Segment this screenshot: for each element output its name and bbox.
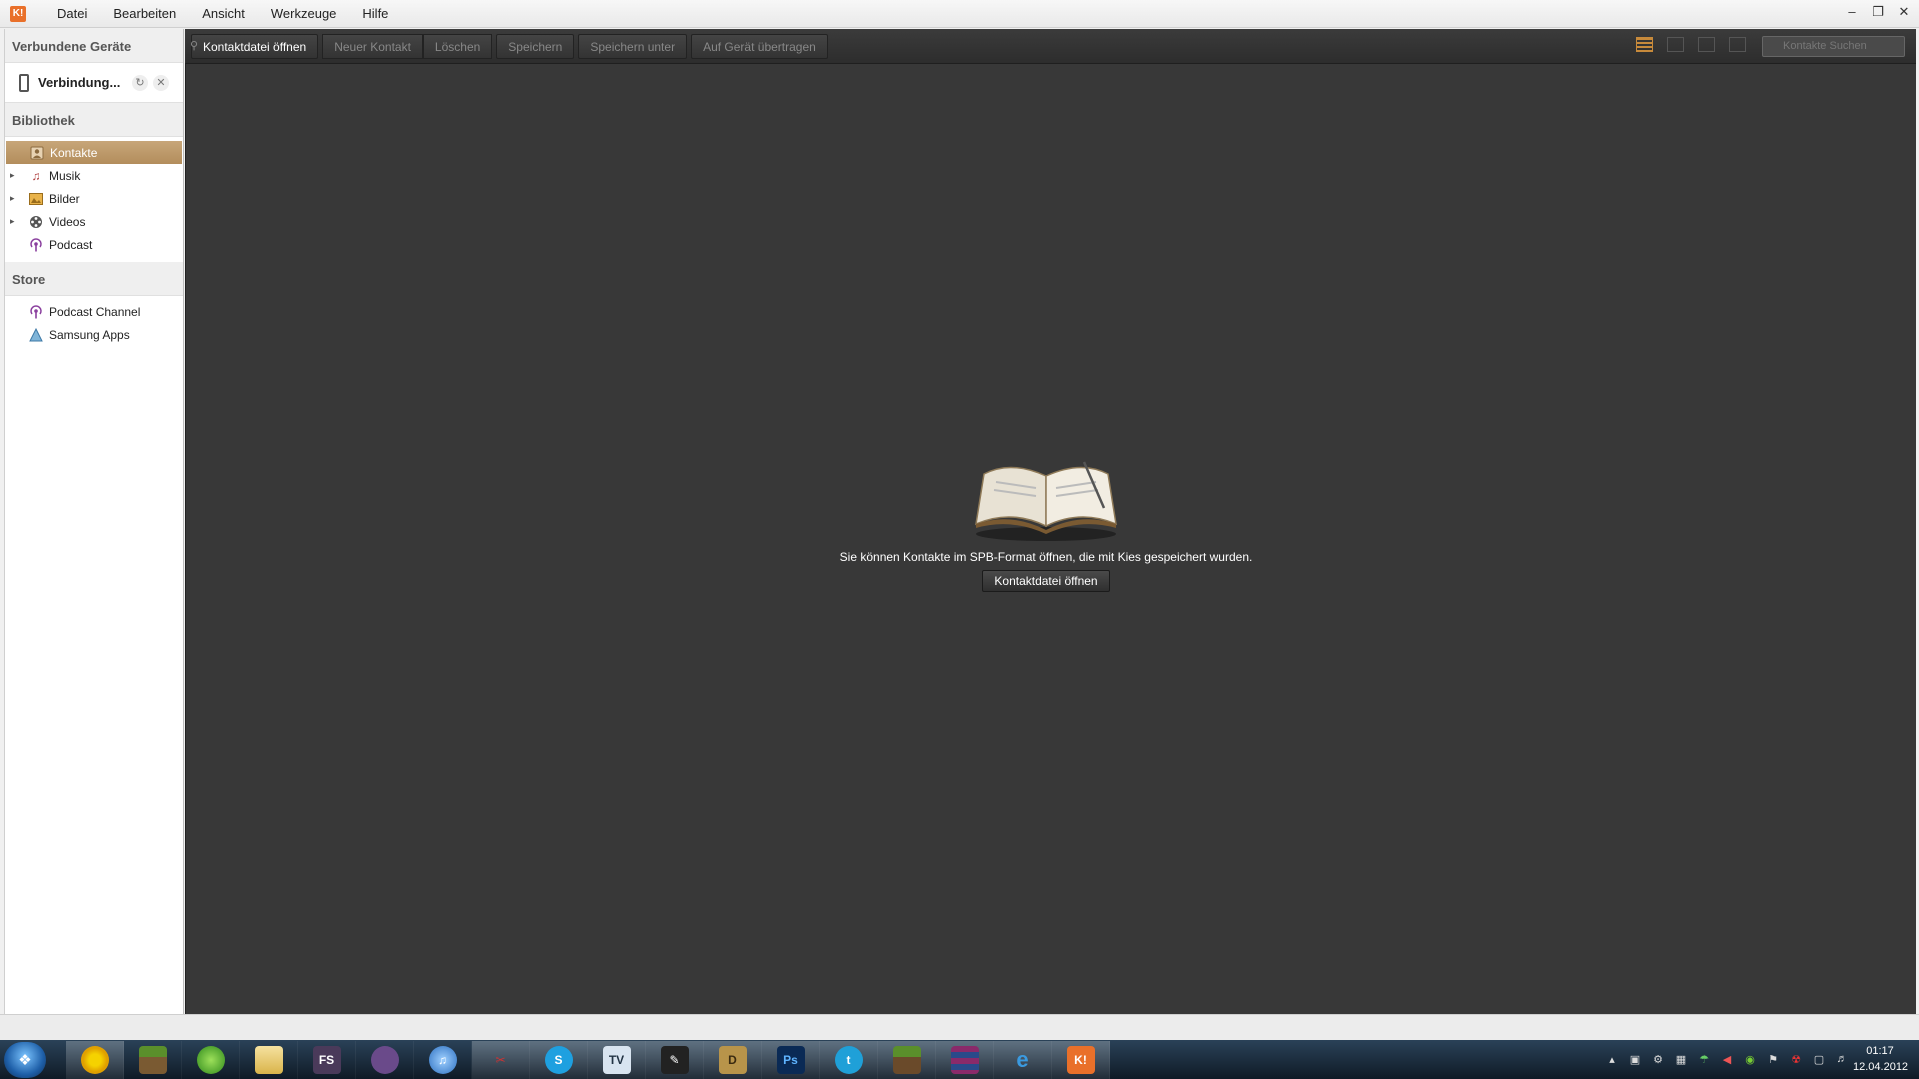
teamviewer-icon[interactable]: TV [588,1040,646,1079]
device-controls: ↻ ✕ [132,74,169,91]
display-icon[interactable]: ▢ [1812,1053,1826,1067]
sidebar: Verbundene Geräte Verbindung... ↻ ✕ Bibl… [4,29,184,1014]
internet-explorer-icon[interactable]: e [994,1040,1052,1079]
phone-icon [19,73,29,92]
empty-state: Sie können Kontakte im SPB-Format öffnen… [840,454,1252,592]
menu-edit[interactable]: Bearbeiten [100,6,189,21]
open-contact-file-cta-button[interactable]: Kontaktdatei öffnen [982,570,1110,592]
sidebar-item-music[interactable]: ▸ ♫ Musik [5,164,183,187]
minimize-icon[interactable]: – [1845,4,1859,20]
contacts-icon [29,145,45,161]
sidebar-item-label: Podcast Channel [49,304,141,319]
menu-bar: Datei Bearbeiten Ansicht Werkzeuge Hilfe [44,6,401,21]
window-controls: – ❐ ✕ [1845,4,1911,20]
disconnect-icon[interactable]: ✕ [153,74,169,91]
sidebar-item-videos[interactable]: ▸ Videos [5,210,183,233]
network-drive-icon[interactable]: ▣ [1628,1053,1642,1067]
restore-icon[interactable]: ❐ [1871,4,1885,20]
minecraft-icon[interactable] [124,1040,182,1079]
steam-icon[interactable]: ⚙ [1651,1053,1665,1067]
winrar-icon[interactable] [936,1040,994,1079]
videos-icon [28,214,44,230]
expand-arrow-icon[interactable]: ▸ [10,216,22,227]
pidgin-icon[interactable] [356,1040,414,1079]
sidebar-item-contacts[interactable]: Kontakte [6,141,182,164]
chrome-icon[interactable] [66,1040,124,1079]
search-input[interactable]: Kontakte Suchen [1762,36,1905,57]
device-name: Verbindung... [38,75,121,90]
podcast-icon [28,304,44,320]
antivirus-icon[interactable]: ☢ [1789,1053,1803,1067]
section-header-devices: Verbundene Geräte [5,29,183,63]
sidebar-item-podcast-channel[interactable]: Podcast Channel [5,300,183,323]
expand-arrow-icon[interactable]: ▸ [10,193,22,204]
taskbar-icons: FS ♫ ✂ S TV ✎ D Ps t e K! [66,1040,1110,1079]
xbox-icon[interactable] [182,1040,240,1079]
twitter-icon[interactable]: t [820,1040,878,1079]
close-icon[interactable]: ✕ [1897,4,1911,20]
photoshop-icon[interactable]: Ps [762,1040,820,1079]
volume-mute-icon[interactable]: ◀ [1720,1053,1734,1067]
speaker-icon[interactable]: ♬ [1835,1053,1849,1067]
section-header-library: Bibliothek [5,103,183,137]
empty-state-message: Sie können Kontakte im SPB-Format öffnen… [839,550,1253,564]
section-header-store: Store [5,262,183,296]
podcast-icon [28,237,44,253]
title-bar: K! Datei Bearbeiten Ansicht Werkzeuge Hi… [0,0,1919,28]
itunes-icon[interactable]: ♫ [414,1040,472,1079]
open-book-icon [975,461,1117,541]
sidebar-item-pictures[interactable]: ▸ Bilder [5,187,183,210]
menu-help[interactable]: Hilfe [349,6,401,21]
skype-icon[interactable]: S [530,1040,588,1079]
refresh-icon[interactable]: ↻ [132,74,148,91]
fs-icon[interactable]: FS [298,1040,356,1079]
menu-view[interactable]: Ansicht [189,6,258,21]
sidebar-item-label: Samsung Apps [49,327,130,342]
kies-icon[interactable]: K! [1052,1040,1110,1079]
system-clock[interactable]: 01:17 12.04.2012 [1853,1043,1909,1075]
file-explorer-icon[interactable] [240,1040,298,1079]
sidebar-item-label: Videos [49,214,86,229]
minecraft-server-icon[interactable] [878,1040,936,1079]
windows-taskbar: ❖ FS ♫ ✂ S TV ✎ D Ps t e K! ▴ ▣ ⚙ ▦ ☂ ◀ … [0,1040,1919,1079]
menu-file[interactable]: Datei [44,6,100,21]
shield-icon[interactable]: ☂ [1697,1053,1711,1067]
expand-arrow-icon[interactable]: ▸ [10,170,22,181]
main-content: Sie können Kontakte im SPB-Format öffnen… [185,64,1916,1014]
pen-tablet-icon[interactable]: ✎ [646,1040,704,1079]
show-hidden-icons-icon[interactable]: ▴ [1605,1053,1619,1067]
store-tree: Podcast Channel Samsung Apps [5,296,183,352]
dosbox-icon[interactable]: D [704,1040,762,1079]
music-icon: ♫ [31,168,41,183]
sidebar-item-samsung-apps[interactable]: Samsung Apps [5,323,183,346]
device-item[interactable]: Verbindung... ↻ ✕ [5,63,183,103]
samsung-apps-icon [28,327,44,343]
library-tree: Kontakte ▸ ♫ Musik ▸ Bilder ▸ Videos Pod… [5,137,183,262]
sidebar-item-label: Bilder [49,191,80,206]
start-button[interactable]: ❖ [4,1041,46,1078]
clock-time: 01:17 [1866,1045,1894,1057]
sidebar-item-label: Musik [49,168,81,183]
clock-date: 12.04.2012 [1853,1061,1909,1073]
sidebar-item-label: Kontakte [50,145,98,160]
nvidia-icon[interactable]: ◉ [1743,1053,1757,1067]
menu-tools[interactable]: Werkzeuge [258,6,350,21]
status-bar [0,1014,1919,1040]
toolbar: Kontaktdatei öffnen Neuer Kontakt Lösche… [185,29,1916,64]
sidebar-item-podcast[interactable]: Podcast [5,233,183,256]
search-icon: ⚲ [190,40,199,52]
sidebar-item-label: Podcast [49,237,93,252]
action-center-flag-icon[interactable]: ⚑ [1766,1053,1780,1067]
network-icon[interactable]: ▦ [1674,1053,1688,1067]
snipping-tool-icon[interactable]: ✂ [472,1040,530,1079]
kies-logo-icon: K! [10,5,26,22]
pictures-icon [28,191,44,207]
system-tray: ▴ ▣ ⚙ ▦ ☂ ◀ ◉ ⚑ ☢ ▢ ♬ [1605,1040,1849,1079]
